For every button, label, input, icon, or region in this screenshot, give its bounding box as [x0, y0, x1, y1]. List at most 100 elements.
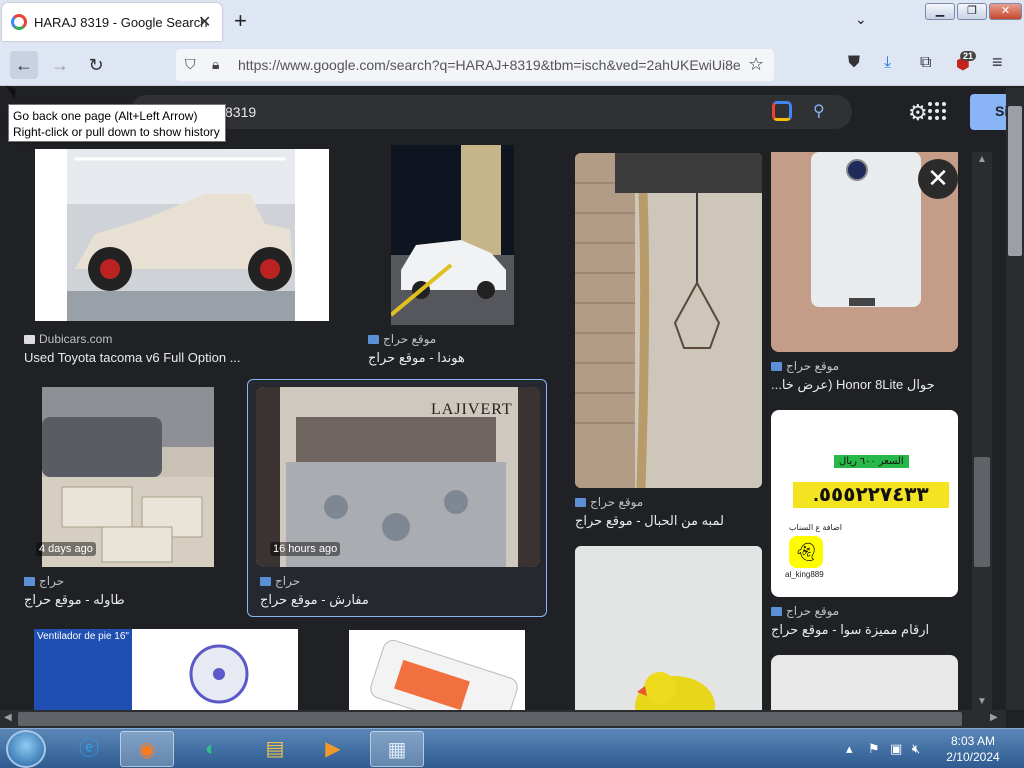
- action-center-flag-icon[interactable]: ⚑: [868, 741, 880, 757]
- new-tab-button[interactable]: +: [234, 8, 247, 34]
- download-icon[interactable]: ⤓: [884, 54, 891, 72]
- result-image-table[interactable]: [42, 387, 214, 567]
- ie-taskbar-icon[interactable]: ⓔ: [62, 731, 116, 767]
- settings-gear-icon[interactable]: ⚙: [908, 100, 928, 126]
- site-favicon-icon: [24, 577, 35, 586]
- url-bar[interactable]: ⛉ 🔒︎ https://www.google.com/search?q=HAR…: [176, 49, 774, 81]
- honda-car-image: [391, 145, 514, 325]
- snapchat-icon: 👻︎: [789, 536, 823, 568]
- media-player-taskbar-icon[interactable]: ▶: [306, 731, 360, 767]
- panel-source[interactable]: موقع حراج: [771, 604, 839, 618]
- site-favicon-icon: [771, 607, 782, 616]
- panel-caption[interactable]: ارقام مميزة سوا - موقع حراج: [771, 622, 958, 638]
- site-favicon-icon: [24, 335, 35, 344]
- menu-hamburger-icon[interactable]: ≡: [992, 52, 1003, 73]
- panel-image-next[interactable]: [771, 655, 958, 710]
- result-caption[interactable]: طاوله - موقع حراج: [24, 592, 224, 608]
- result-image-toyota[interactable]: [35, 149, 329, 321]
- bookmark-star-icon[interactable]: ☆: [748, 54, 764, 75]
- search-query-text[interactable]: 8319: [225, 104, 256, 120]
- search-input[interactable]: 8319 ⚲: [130, 95, 852, 129]
- result-source[interactable]: Dubicars.com: [24, 332, 112, 346]
- forward-button[interactable]: →: [46, 51, 74, 79]
- horizontal-scroll-thumb[interactable]: [18, 712, 962, 726]
- close-icon: ✕: [927, 163, 949, 193]
- pocket-icon[interactable]: ⛊: [848, 54, 860, 72]
- result-image-device[interactable]: [349, 630, 525, 710]
- phone-number-label: .٥٥٥٢٢٧٤٣٣: [793, 482, 949, 508]
- explorer-taskbar-icon[interactable]: ▤: [248, 731, 302, 767]
- toyota-truck-image: [67, 149, 295, 321]
- result-source[interactable]: حراج: [260, 574, 300, 588]
- site-favicon-icon: [368, 335, 379, 344]
- close-panel-button[interactable]: ✕: [918, 159, 958, 199]
- volume-muted-icon[interactable]: 🔇︎: [912, 741, 920, 757]
- panel-source[interactable]: موقع حراج: [771, 359, 839, 373]
- result-caption[interactable]: لمبه من الحبال - موقع حراج: [575, 513, 762, 529]
- tab-close-icon[interactable]: ✕: [198, 12, 211, 32]
- result-source[interactable]: موقع حراج: [368, 332, 436, 346]
- search-icon[interactable]: ⚲: [813, 101, 825, 121]
- clock-time: 8:03 AM: [950, 734, 996, 748]
- site-favicon-icon: [575, 498, 586, 507]
- price-label: السعر ٦٠٠ ريال: [834, 455, 909, 468]
- result-image-fan[interactable]: Ventilador de pie 16": [34, 629, 298, 710]
- bed-brand-text: LAJIVERT: [431, 401, 513, 418]
- rope-lamp-image: [575, 153, 762, 488]
- show-hidden-icons-icon[interactable]: ▴: [846, 741, 853, 757]
- page-scroll-thumb[interactable]: [1008, 106, 1022, 256]
- panel-caption[interactable]: جوال Honor 8Lite (عرض خا...: [771, 377, 958, 393]
- snap-username: al_king889: [785, 570, 824, 579]
- result-caption[interactable]: Used Toyota tacoma v6 Full Option ...: [24, 350, 324, 365]
- horizontal-scrollbar[interactable]: ◀ ▶: [0, 710, 1006, 728]
- start-button[interactable]: [6, 730, 46, 768]
- browser-tab[interactable]: HARAJ 8319 - Google Search ✕: [2, 3, 222, 41]
- result-image-bedding[interactable]: LAJIVERT: [256, 387, 540, 567]
- navigation-bar: ← → ↻ ⛉ 🔒︎ https://www.google.com/search…: [0, 44, 1024, 86]
- back-button[interactable]: ←: [10, 51, 38, 79]
- control-panel-taskbar-icon[interactable]: ▦: [370, 731, 424, 767]
- result-caption[interactable]: مفارش - موقع حراج: [260, 592, 460, 608]
- window-restore-button[interactable]: ❐: [957, 3, 987, 20]
- url-text[interactable]: https://www.google.com/search?q=HARAJ+83…: [238, 57, 740, 73]
- window-close-button[interactable]: ✕: [989, 3, 1022, 20]
- network-icon[interactable]: ▣: [890, 741, 902, 757]
- result-image-honda[interactable]: [391, 145, 514, 325]
- tracking-shield-icon[interactable]: ⛉: [185, 56, 196, 73]
- result-image-rope-lamp[interactable]: [575, 153, 762, 488]
- extensions-icon[interactable]: ⧉: [920, 54, 931, 72]
- windows-taskbar: ⓔ ◉ ◐ ▤ ▶ ▦ ▴ ⚑ ▣ 🔇︎ 8:03 AM 2/10/2024: [0, 728, 1024, 768]
- reload-button[interactable]: ↻: [82, 51, 110, 79]
- list-all-tabs-icon[interactable]: ⌄: [855, 11, 867, 28]
- scroll-down-icon[interactable]: ▼: [977, 696, 987, 707]
- result-image-bird[interactable]: [575, 546, 762, 710]
- panel-scroll-thumb[interactable]: [974, 457, 990, 567]
- arrow-left-icon: ←: [15, 55, 33, 75]
- yellow-bird-image: [575, 546, 762, 710]
- result-caption[interactable]: هوندا - موقع حراج: [368, 350, 538, 366]
- fan-label-text: Ventilador de pie 16": [37, 631, 129, 642]
- firefox-taskbar-icon[interactable]: ◉: [120, 731, 174, 767]
- result-source[interactable]: موقع حراج: [575, 495, 643, 509]
- chat-app-taskbar-icon[interactable]: ◐: [184, 731, 238, 767]
- google-apps-icon[interactable]: [928, 102, 946, 120]
- extension-badge: 21: [960, 51, 977, 61]
- scroll-right-icon[interactable]: ▶: [990, 712, 998, 723]
- tooltip-line: Right-click or pull down to show history: [13, 125, 220, 139]
- device-image: [349, 630, 525, 710]
- scroll-up-icon[interactable]: ▲: [977, 154, 987, 165]
- tab-bar: HARAJ 8319 - Google Search ✕ + ⌄ ▁ ❐ ✕: [0, 0, 1024, 44]
- result-source[interactable]: حراج: [24, 574, 64, 588]
- taskbar-clock[interactable]: 8:03 AM 2/10/2024: [938, 733, 1008, 765]
- site-favicon-icon: [771, 362, 782, 371]
- living-room-table-image: [42, 387, 214, 567]
- window-minimize-button[interactable]: ▁: [925, 3, 955, 20]
- tab-title: HARAJ 8319 - Google Search: [34, 15, 208, 30]
- clock-date: 2/10/2024: [946, 750, 1000, 764]
- lock-icon[interactable]: 🔒︎: [212, 56, 219, 73]
- google-lens-icon[interactable]: [772, 101, 792, 121]
- panel-image-sim-number[interactable]: السعر ٦٠٠ ريال .٥٥٥٢٢٧٤٣٣ اضافة ع السناب…: [771, 410, 958, 597]
- scroll-left-icon[interactable]: ◀: [4, 712, 12, 723]
- panel-scrollbar[interactable]: ▲ ▼: [972, 152, 992, 710]
- page-scrollbar[interactable]: [1006, 88, 1024, 710]
